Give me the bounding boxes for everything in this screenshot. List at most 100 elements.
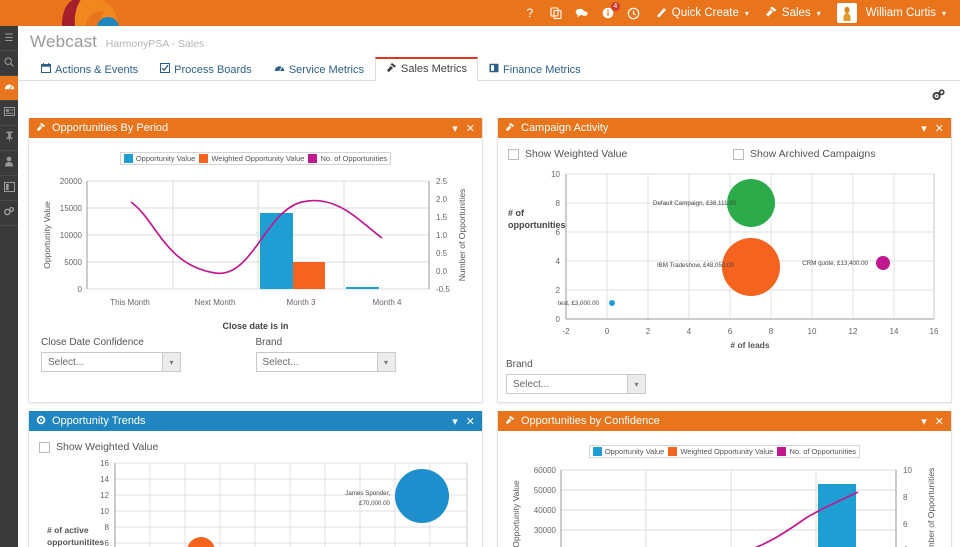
top-bar: ? 4 Quick Create ▾ Sales ▾ William Curti…: [0, 0, 960, 26]
quick-create-button[interactable]: Quick Create ▾: [647, 0, 757, 26]
y2-axis-label: Number of Opportunities: [457, 189, 467, 282]
legend-label: No. of Opportunities: [789, 447, 857, 456]
rail-item-pin[interactable]: [0, 126, 18, 151]
svg-text:50000: 50000: [534, 486, 557, 495]
checkbox-icon: [160, 63, 171, 76]
tab-sales-metrics[interactable]: Sales Metrics: [375, 57, 479, 81]
show-weighted-value-checkbox[interactable]: Show Weighted Value: [508, 148, 733, 160]
legend-item: Opportunity Value: [592, 447, 664, 456]
panel-body: Opportunity Value Weighted Opportunity V…: [29, 138, 482, 384]
legend-item: No. of Opportunities: [308, 154, 387, 163]
bar-weighted-opportunity-value: [293, 262, 325, 289]
panel-filters: Brand Select... ▾: [506, 359, 943, 394]
calendar-icon: [41, 63, 51, 76]
columns-icon: [3, 181, 15, 195]
panel-header: Opportunity Trends ▾ ✕: [29, 411, 482, 431]
bar-opportunity-value: [260, 213, 293, 289]
filter-label: Brand: [506, 359, 533, 370]
chat-icon[interactable]: [569, 0, 595, 26]
rail-item-settings[interactable]: [0, 201, 18, 226]
rail-item-card[interactable]: [0, 101, 18, 126]
chart-legend: Opportunity Value Weighted Opportunity V…: [37, 152, 474, 165]
filter-brand: Brand Select... ▾: [255, 337, 471, 372]
close-icon[interactable]: ✕: [466, 122, 475, 135]
rail-item-person[interactable]: [0, 151, 18, 176]
svg-text:10: 10: [808, 327, 817, 336]
sales-menu-button[interactable]: Sales ▾: [757, 0, 829, 26]
select-value: Select...: [262, 356, 299, 368]
hammer-icon: [386, 62, 397, 76]
bar-opportunity-value: [818, 484, 856, 547]
chevron-down-icon[interactable]: ▾: [921, 122, 927, 135]
panel-title: Campaign Activity: [521, 122, 609, 134]
filter-label: Brand: [255, 337, 283, 348]
tab-service-metrics[interactable]: Service Metrics: [263, 59, 375, 81]
book-icon: [489, 63, 499, 76]
bubble-label: James Sponder,: [345, 490, 390, 497]
help-icon[interactable]: ?: [517, 0, 543, 26]
rail-item-search[interactable]: [0, 51, 18, 76]
info-icon[interactable]: 4: [595, 0, 621, 26]
app-logo[interactable]: [0, 0, 140, 26]
chart-opportunities-by-period: 20000 15000 10000 5000 0 2.5 2.0 1.5 1.0…: [42, 177, 467, 307]
svg-text:16: 16: [930, 327, 939, 336]
user-menu-button[interactable]: William Curtis ▾: [829, 0, 954, 26]
quick-create-label: Quick Create: [671, 7, 739, 19]
svg-text:0: 0: [78, 285, 83, 294]
close-icon[interactable]: ✕: [935, 415, 944, 428]
chevron-down-icon: ▾: [627, 375, 645, 393]
tab-label: Sales Metrics: [401, 63, 468, 75]
legend-label: Weighted Opportunity Value: [680, 447, 774, 456]
clock-icon[interactable]: [621, 0, 647, 26]
show-weighted-value-checkbox[interactable]: Show Weighted Value: [39, 441, 158, 453]
tab-finance-metrics[interactable]: Finance Metrics: [478, 59, 592, 81]
tab-process-boards[interactable]: Process Boards: [149, 59, 263, 81]
page-title-subtitle: HarmonyPSA - Sales: [105, 38, 205, 50]
copy-icon[interactable]: [543, 0, 569, 26]
show-archived-campaigns-checkbox[interactable]: Show Archived Campaigns: [733, 148, 875, 160]
svg-text:0: 0: [605, 327, 610, 336]
checkbox-box: [39, 441, 50, 453]
rail-item-dashboard[interactable]: [0, 76, 18, 101]
svg-text:2: 2: [556, 286, 561, 295]
close-date-confidence-select[interactable]: Select... ▾: [41, 352, 181, 372]
chevron-down-icon[interactable]: ▾: [452, 415, 458, 428]
svg-text:Month 4: Month 4: [373, 298, 402, 307]
tab-bar: Actions & Events Process Boards Service …: [18, 57, 960, 81]
left-rail: ☰: [0, 26, 24, 547]
select-value: Select...: [48, 356, 85, 368]
svg-text:12: 12: [100, 491, 109, 500]
close-icon[interactable]: ✕: [466, 415, 475, 428]
panel-checkboxes: Show Weighted Value: [37, 437, 474, 455]
close-icon[interactable]: ✕: [935, 122, 944, 135]
dashboard-grid: Opportunities By Period ▾ ✕ Opportunity …: [28, 118, 960, 547]
checkbox-label: Show Archived Campaigns: [750, 148, 876, 160]
svg-text:16: 16: [100, 459, 109, 468]
rail-item-menu[interactable]: ☰: [0, 26, 18, 51]
panel-body: Show Weighted Value 16 14 12 10 8 6 Jame…: [29, 431, 482, 547]
svg-text:Month 3: Month 3: [287, 298, 316, 307]
hammer-icon: [505, 415, 515, 427]
brand-select[interactable]: Select... ▾: [506, 374, 646, 394]
chevron-down-icon: ▾: [941, 8, 946, 18]
svg-text:10: 10: [903, 466, 912, 475]
chevron-down-icon: ▾: [816, 8, 821, 18]
legend-item: Weighted Opportunity Value: [199, 154, 304, 163]
hammer-icon: [505, 122, 515, 134]
cogs-icon[interactable]: [931, 88, 946, 105]
legend-label: Weighted Opportunity Value: [211, 154, 305, 163]
chevron-down-icon: ▾: [162, 353, 180, 371]
tab-actions-events[interactable]: Actions & Events: [30, 59, 149, 81]
rail-item-columns[interactable]: [0, 176, 18, 201]
chart-campaign-activity: 10 8 6 4 2 0 -2 0 2 4 6 8 10 12 14 16 De…: [551, 170, 939, 350]
chevron-down-icon[interactable]: ▾: [452, 122, 458, 135]
sales-label: Sales: [781, 7, 811, 19]
panel-header: Campaign Activity ▾ ✕: [498, 118, 951, 138]
svg-text:Next Month: Next Month: [195, 298, 236, 307]
svg-text:5000: 5000: [64, 258, 82, 267]
chevron-down-icon: ▾: [376, 353, 395, 371]
brand-select[interactable]: Select... ▾: [255, 352, 396, 372]
svg-text:4: 4: [687, 327, 692, 336]
x-axis-caption: Close date is in: [222, 321, 289, 331]
chevron-down-icon[interactable]: ▾: [921, 415, 927, 428]
